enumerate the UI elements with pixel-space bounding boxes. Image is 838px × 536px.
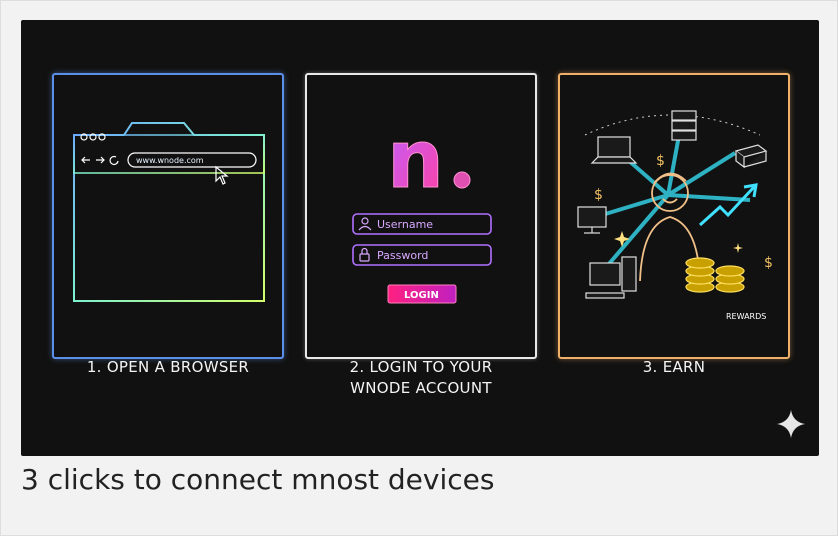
monitor-icon bbox=[577, 206, 607, 234]
step-2-label-line-1: 2. LOGIN TO YOUR bbox=[349, 358, 493, 376]
password-placeholder: Password bbox=[377, 249, 428, 262]
laptop-icon bbox=[590, 136, 638, 164]
nav-arrows-icon bbox=[81, 155, 119, 166]
step-2-label: 2. LOGIN TO YOUR WNODE ACCOUNT bbox=[305, 357, 537, 399]
image-caption: 3 clicks to connect mnost devices bbox=[21, 463, 495, 496]
step-1-panel: www.wnode.com bbox=[52, 73, 284, 359]
coin-stack-icon bbox=[685, 257, 745, 293]
browser-illustration: www.wnode.com bbox=[73, 122, 265, 302]
step-3-label-line: 3. EARN bbox=[642, 358, 706, 376]
router-icon bbox=[734, 144, 768, 169]
step-3-label: 3. EARN bbox=[558, 357, 790, 378]
step-3-panel: $ $ $ REWARDS bbox=[558, 73, 790, 359]
username-placeholder: Username bbox=[377, 218, 433, 231]
lock-icon bbox=[359, 247, 370, 262]
svg-text:$: $ bbox=[656, 153, 665, 169]
dollar-sign-icon: $ $ $ bbox=[594, 153, 773, 271]
brand-dot-icon bbox=[453, 171, 471, 189]
svg-text:$: $ bbox=[594, 187, 603, 203]
server-icon bbox=[671, 110, 697, 141]
image-card: www.wnode.com n Username Password LOGIN … bbox=[0, 0, 838, 536]
desktop-computer-icon bbox=[585, 256, 637, 299]
address-bar-url: www.wnode.com bbox=[136, 156, 204, 165]
step-1-label: 1. OPEN A BROWSER bbox=[52, 357, 284, 378]
svg-text:$: $ bbox=[764, 255, 773, 271]
login-illustration: n Username Password LOGIN bbox=[352, 113, 492, 304]
cursor-icon bbox=[215, 165, 229, 185]
step-2-label-line-2: WNODE ACCOUNT bbox=[350, 379, 492, 397]
rewards-label: REWARDS bbox=[726, 312, 766, 321]
earn-illustration: $ $ $ REWARDS bbox=[577, 110, 773, 321]
login-button-label: LOGIN bbox=[404, 290, 439, 301]
user-icon bbox=[358, 217, 372, 231]
sparkle-watermark-icon bbox=[777, 410, 805, 438]
step-2-panel: n Username Password LOGIN bbox=[305, 73, 537, 359]
step-1-label-line: 1. OPEN A BROWSER bbox=[86, 358, 250, 376]
brand-logo: n bbox=[387, 113, 444, 206]
illustration: www.wnode.com n Username Password LOGIN … bbox=[21, 20, 819, 456]
trend-arrow-icon bbox=[698, 183, 758, 227]
